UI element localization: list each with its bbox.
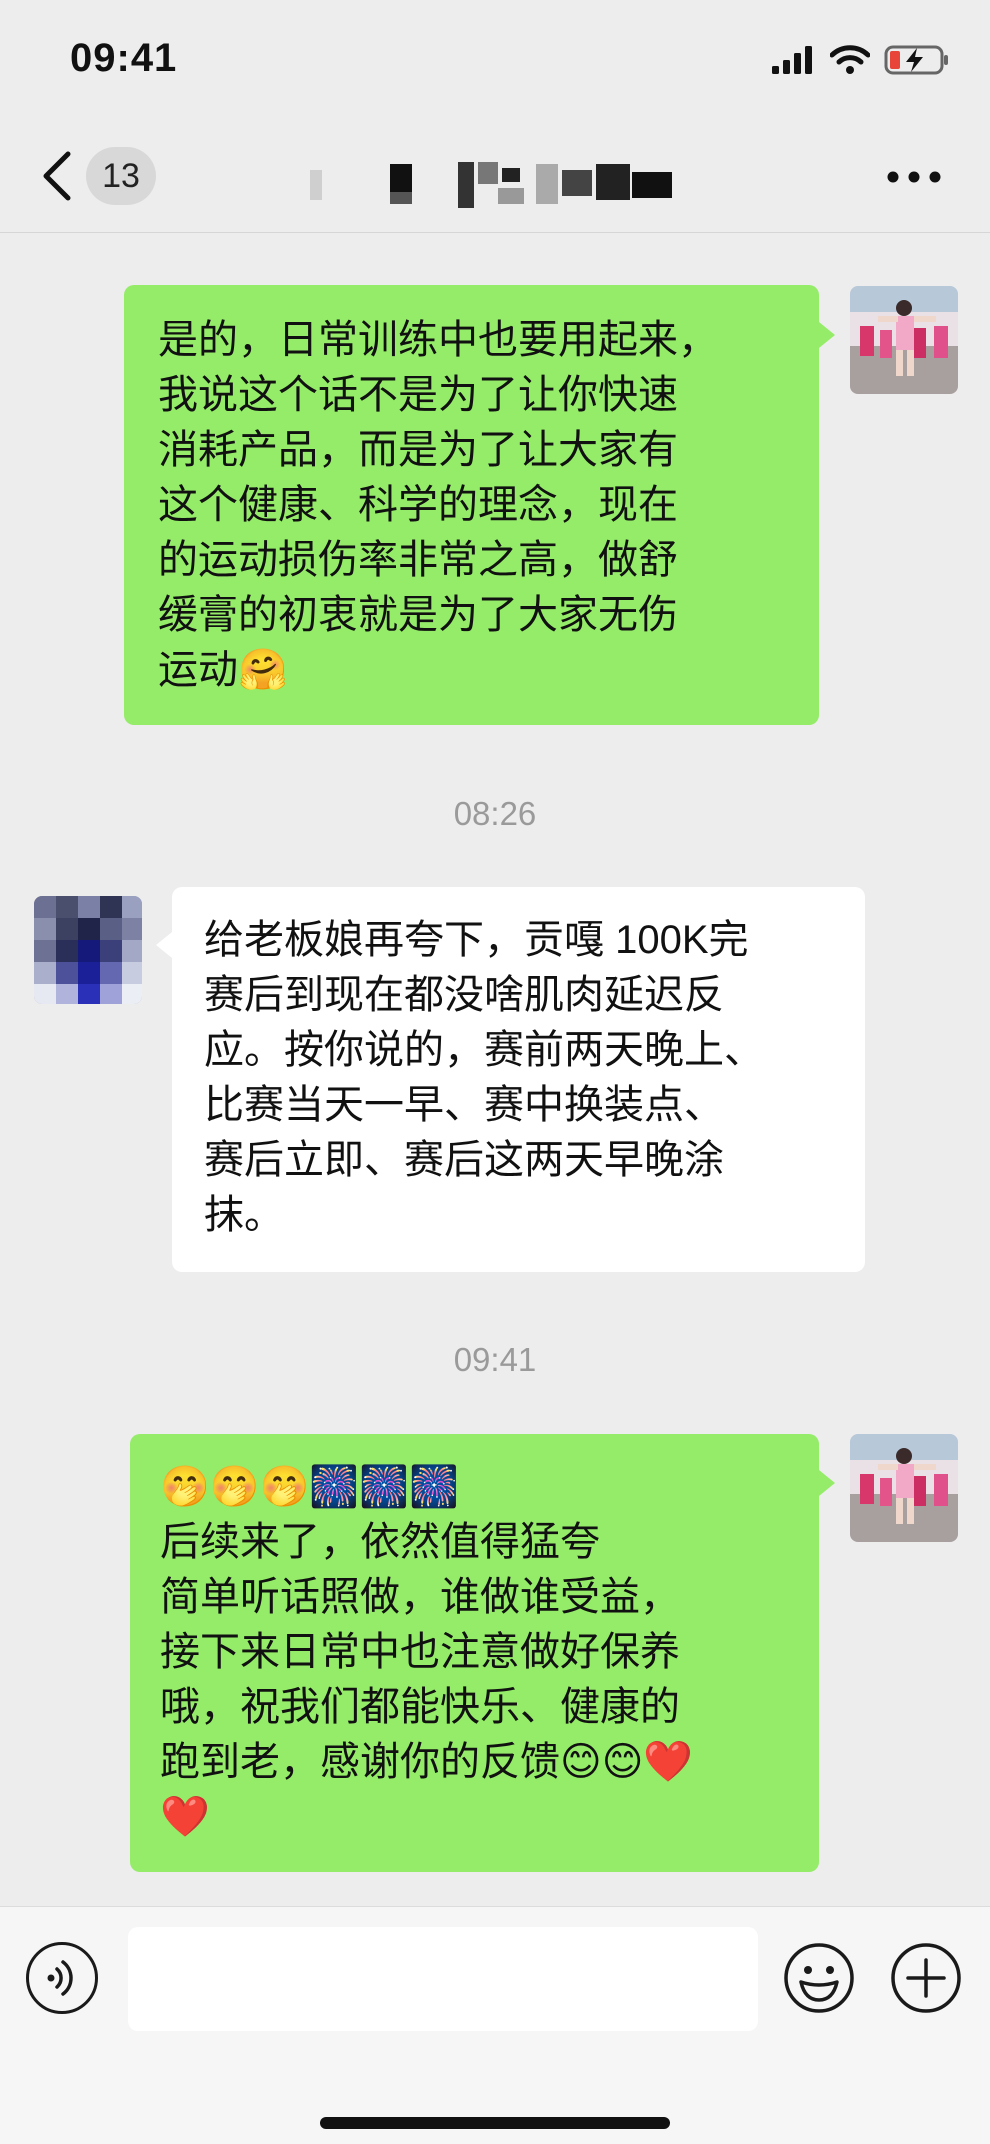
message-text: 🤭🤭🤭🎆🎆🎆 后续来了，依然值得猛夸 简单听话照做，谁做谁受益， 接下来日常中也… bbox=[160, 1465, 694, 1839]
back-chevron-icon[interactable] bbox=[38, 148, 78, 204]
message-bubble[interactable]: 是的，日常训练中也要用起来， 我说这个话不是为了让你快速 消耗产品，而是为了让大… bbox=[124, 285, 819, 725]
message-timestamp: 09:41 bbox=[453, 1341, 537, 1378]
voice-button[interactable] bbox=[26, 1942, 98, 2014]
more-icon[interactable] bbox=[886, 170, 942, 184]
chat-header: 13 bbox=[0, 120, 990, 233]
battery-charging-icon bbox=[884, 45, 948, 75]
chat-title-pixelated bbox=[310, 162, 672, 208]
message-bubble[interactable]: 给老板娘再夸下，贡嘎 100K完 赛后到现在都没啥肌肉延迟反 应。按你说的，赛前… bbox=[172, 887, 865, 1272]
bubble-tail bbox=[156, 932, 172, 958]
bubble-tail bbox=[819, 1470, 835, 1496]
emoji-icon[interactable] bbox=[783, 1942, 855, 2014]
message-bubble[interactable]: 🤭🤭🤭🎆🎆🎆 后续来了，依然值得猛夸 简单听话照做，谁做谁受益， 接下来日常中也… bbox=[130, 1434, 819, 1872]
message-timestamp: 08:26 bbox=[453, 795, 537, 832]
bubble-tail bbox=[819, 322, 835, 348]
self-avatar[interactable] bbox=[850, 1434, 958, 1542]
message-text: 是的，日常训练中也要用起来， 我说这个话不是为了让你快速 消耗产品，而是为了让大… bbox=[158, 318, 718, 692]
home-indicator[interactable] bbox=[320, 2117, 670, 2129]
contact-avatar[interactable] bbox=[34, 896, 142, 1004]
voice-icon bbox=[47, 1960, 73, 1996]
wifi-icon bbox=[830, 45, 870, 74]
self-avatar[interactable] bbox=[850, 286, 958, 394]
message-text: 给老板娘再夸下，贡嘎 100K完 赛后到现在都没啥肌肉延迟反 应。按你说的，赛前… bbox=[204, 918, 764, 1237]
plus-icon[interactable] bbox=[890, 1942, 962, 2014]
unread-count-badge[interactable]: 13 bbox=[86, 147, 156, 205]
input-bar bbox=[0, 1906, 990, 2144]
status-icons bbox=[772, 44, 950, 76]
status-bar: 09:41 bbox=[0, 0, 990, 120]
status-time: 09:41 bbox=[70, 36, 178, 80]
message-input[interactable] bbox=[128, 1927, 758, 2031]
signal-icon bbox=[772, 46, 812, 74]
